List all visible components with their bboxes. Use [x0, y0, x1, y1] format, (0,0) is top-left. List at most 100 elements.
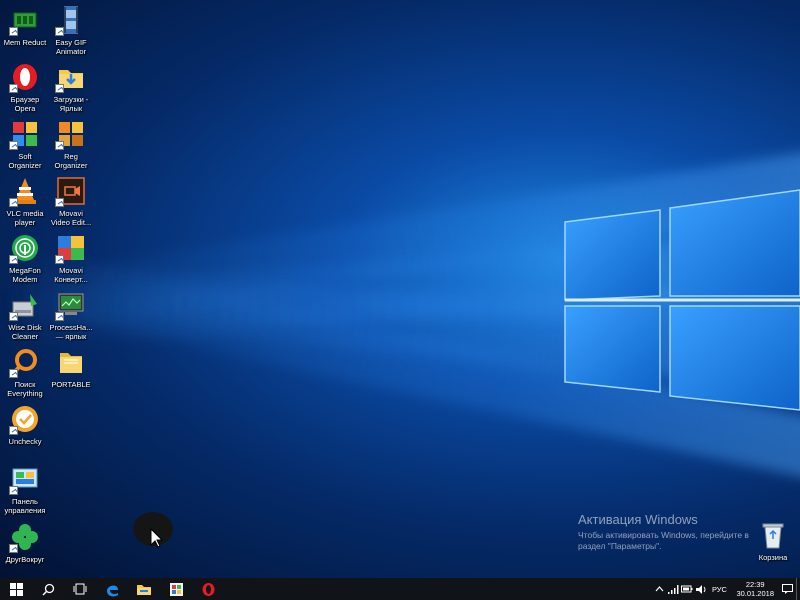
desktop-icon-label: Unchecky	[8, 437, 42, 446]
desktop-icon-downloads-shortcut[interactable]: Загрузки - Ярлык	[46, 62, 96, 113]
disk-cleaner-icon	[9, 290, 40, 321]
search-button[interactable]	[32, 578, 64, 600]
start-button[interactable]	[0, 578, 32, 600]
windows-start-icon	[9, 582, 23, 596]
desktop-icon-portable-folder[interactable]: PORTABLE	[46, 347, 96, 389]
shortcut-arrow-icon	[55, 84, 64, 93]
desktop-icon-label: MegaFon Modem	[9, 266, 41, 284]
shortcut-arrow-icon	[55, 198, 64, 207]
desktop-icon-label: Панель управления	[4, 497, 46, 515]
desktop[interactable]: Mem Reduct Easy GIF Animator Браузер Ope…	[0, 0, 800, 578]
clock-time: 22:39	[745, 580, 765, 589]
desktop-icon-label: Reg Organizer	[54, 152, 88, 170]
desktop-icon-control-panel[interactable]: Панель управления	[0, 464, 50, 515]
file-explorer-icon	[137, 584, 151, 595]
folder-download-icon	[55, 62, 86, 93]
desktop-icon-label: Загрузки - Ярлык	[53, 95, 89, 113]
shortcut-arrow-icon	[9, 426, 18, 435]
desktop-icon-label: Soft Organizer	[8, 152, 42, 170]
task-view-button[interactable]	[64, 578, 96, 600]
desktop-icon-label: Easy GIF Animator	[55, 38, 87, 56]
shortcut-arrow-icon	[9, 84, 18, 93]
search-icon	[41, 583, 54, 596]
control-panel-icon	[9, 464, 40, 495]
shortcut-arrow-icon	[55, 312, 64, 321]
film-icon	[55, 5, 86, 36]
desktop-icon-opera[interactable]: Браузер Opera	[0, 62, 50, 113]
desktop-icon-label: Mem Reduct	[3, 38, 47, 47]
desktop-icon-mem-reduct[interactable]: Mem Reduct	[0, 5, 50, 47]
shortcut-arrow-icon	[9, 198, 18, 207]
shortcut-arrow-icon	[9, 312, 18, 321]
desktop-icon-label: Поиск Everything	[7, 380, 43, 398]
shortcut-arrow-icon	[55, 255, 64, 264]
desktop-icon-everything-search[interactable]: Поиск Everything	[0, 347, 50, 398]
shortcut-arrow-icon	[9, 141, 18, 150]
desktop-icon-wise-disk-cleaner[interactable]: Wise Disk Cleaner	[0, 290, 50, 341]
tray-clock[interactable]: 22:39 30.01.2018	[736, 580, 774, 598]
desktop-icon-processhacker[interactable]: ProcessHa... — ярлык	[46, 290, 96, 341]
tray-notifications[interactable]	[780, 578, 794, 600]
clock-date: 30.01.2018	[736, 589, 774, 598]
desktop-icon-easy-gif-animator[interactable]: Easy GIF Animator	[46, 5, 96, 56]
clover-icon	[9, 522, 40, 553]
desktop-icon-label: ДругВокруг	[5, 555, 45, 564]
desktop-icon-label: Wise Disk Cleaner	[8, 323, 42, 341]
desktop-icon-soft-organizer[interactable]: Soft Organizer	[0, 119, 50, 170]
store-icon	[169, 582, 183, 596]
battery-icon	[681, 585, 693, 593]
taskbar-store[interactable]	[160, 578, 192, 600]
desktop-icon-drugvokrug[interactable]: ДругВокруг	[0, 522, 50, 564]
taskbar-file-explorer[interactable]	[128, 578, 160, 600]
puzzle-icon	[9, 119, 40, 150]
mem-reduct-icon	[9, 5, 40, 36]
movavi-editor-icon	[55, 176, 86, 207]
desktop-icon-label: Movavi Video Edit...	[50, 209, 92, 227]
desktop-icon-unchecky[interactable]: Unchecky	[0, 404, 50, 446]
shortcut-arrow-icon	[9, 369, 18, 378]
shortcut-arrow-icon	[55, 27, 64, 36]
taskbar-edge[interactable]	[96, 578, 128, 600]
vlc-cone-icon	[9, 176, 40, 207]
chevron-up-icon	[655, 586, 664, 592]
desktop-icon-vlc[interactable]: VLC media player	[0, 176, 50, 227]
taskbar: РУС 22:39 30.01.2018	[0, 578, 800, 600]
tray-overflow-button[interactable]	[652, 578, 666, 600]
activation-watermark: Активация Windows Чтобы активировать Win…	[578, 512, 763, 552]
unchecky-icon	[9, 404, 40, 435]
activation-title: Активация Windows	[578, 512, 698, 527]
desktop-icon-label: VLC media player	[6, 209, 44, 227]
shortcut-arrow-icon	[9, 27, 18, 36]
desktop-icon-label: Браузер Opera	[10, 95, 40, 113]
movavi-converter-icon	[55, 233, 86, 264]
puzzle-icon	[55, 119, 86, 150]
tray-language[interactable]: РУС	[708, 578, 730, 600]
tray-volume[interactable]	[694, 578, 708, 600]
edge-icon	[106, 585, 118, 596]
tray-network[interactable]	[666, 578, 680, 600]
tray-battery[interactable]	[680, 578, 694, 600]
opera-icon	[202, 582, 214, 596]
speaker-icon	[695, 584, 706, 594]
signal-bars-icon	[667, 584, 679, 594]
task-view-icon	[73, 583, 87, 595]
shortcut-arrow-icon	[9, 544, 18, 553]
process-hacker-icon	[55, 290, 86, 321]
shortcut-arrow-icon	[55, 141, 64, 150]
desktop-icon-movavi-converter[interactable]: Movavi Конверт...	[46, 233, 96, 284]
notification-icon	[781, 584, 793, 594]
system-tray: РУС 22:39 30.01.2018	[652, 578, 800, 600]
show-desktop-button[interactable]	[796, 578, 800, 600]
shortcut-arrow-icon	[9, 255, 18, 264]
desktop-icon-megafon-modem[interactable]: MegaFon Modem	[0, 233, 50, 284]
desktop-icon-label: Корзина	[758, 553, 788, 562]
desktop-icon-reg-organizer[interactable]: Reg Organizer	[46, 119, 96, 170]
desktop-icon-movavi-video-editor[interactable]: Movavi Video Edit...	[46, 176, 96, 227]
desktop-icon-label: Movavi Конверт...	[54, 266, 88, 284]
desktop-icon-label: ProcessHa... — ярлык	[49, 323, 93, 341]
modem-icon	[9, 233, 40, 264]
search-ring-icon	[9, 347, 40, 378]
desktop-icon-label: PORTABLE	[51, 380, 91, 389]
taskbar-opera[interactable]	[192, 578, 224, 600]
windows-logo-wallpaper	[564, 189, 800, 411]
